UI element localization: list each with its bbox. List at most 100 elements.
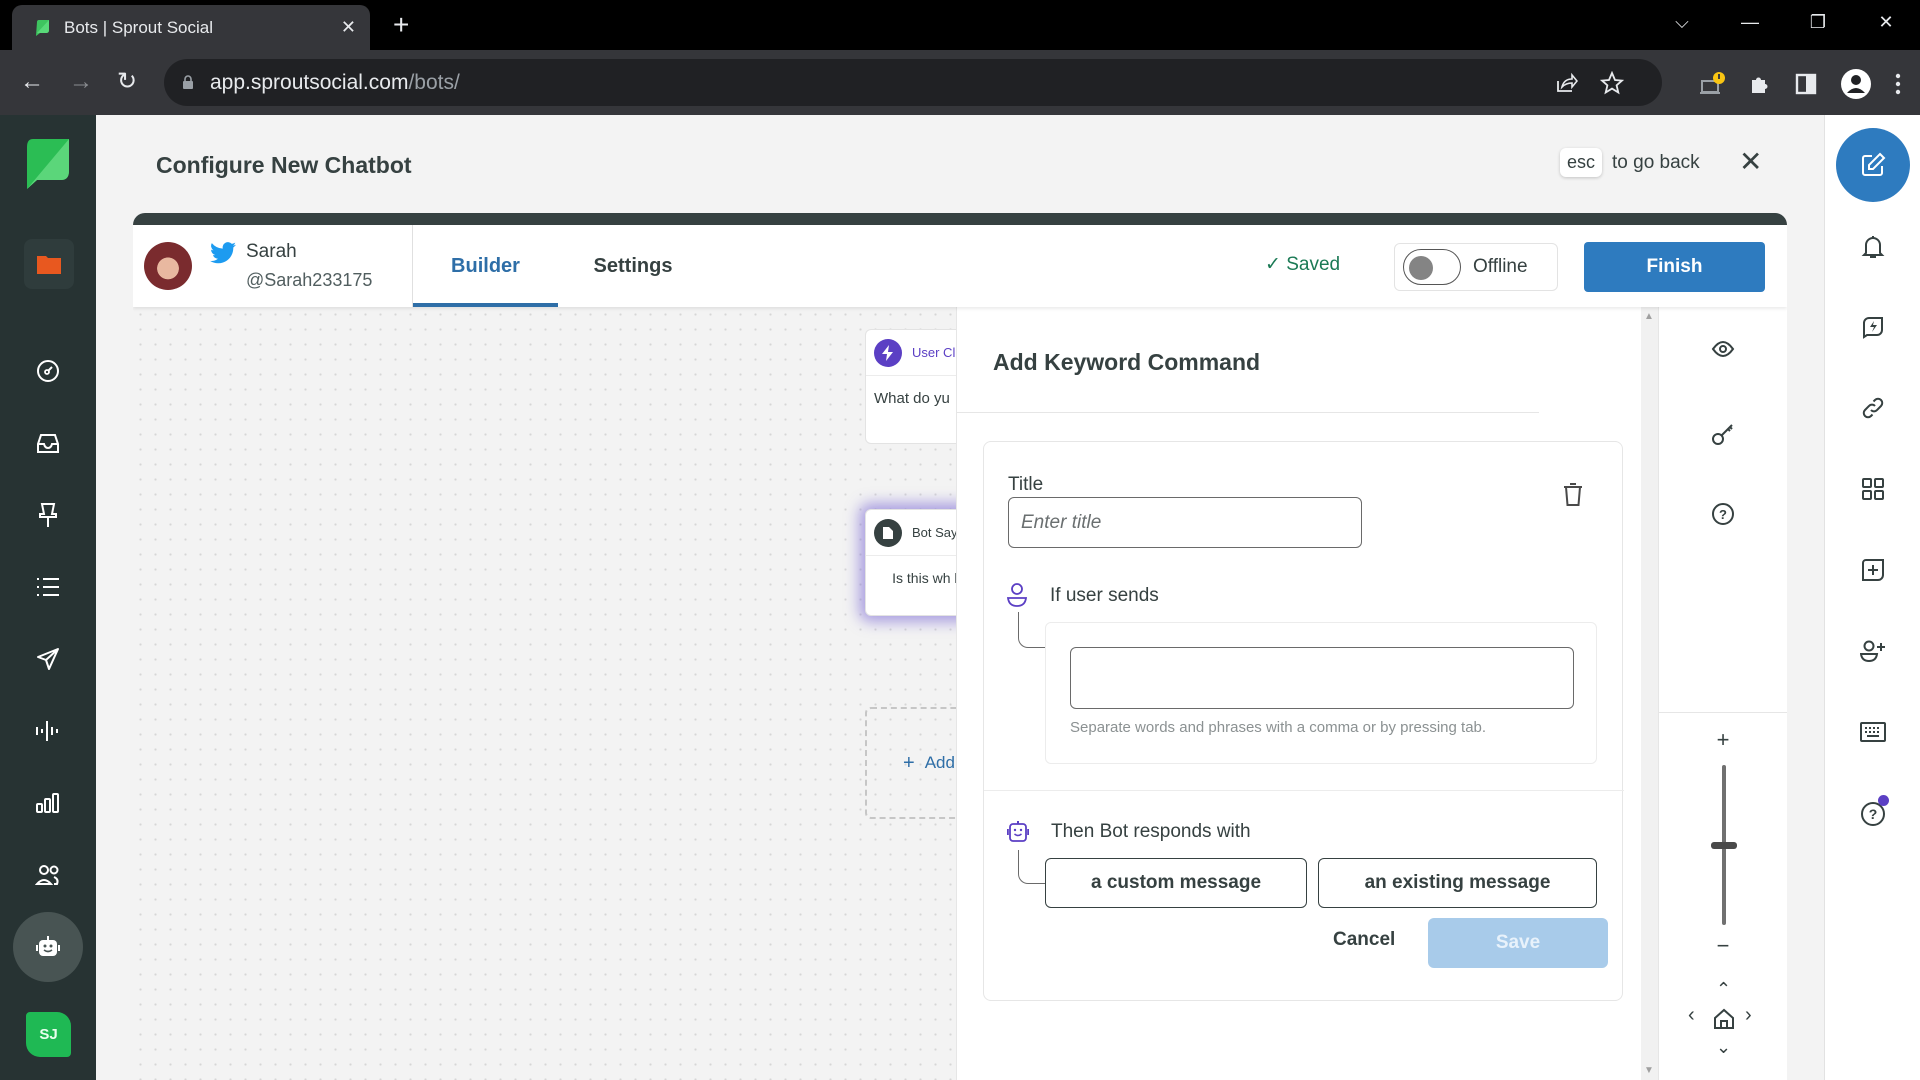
online-status-toggle[interactable]: Offline: [1394, 243, 1558, 291]
pan-up-icon[interactable]: ⌃: [1716, 979, 1731, 1000]
restore-icon[interactable]: ❐: [1784, 12, 1852, 33]
nav-people[interactable]: [0, 851, 96, 899]
flow-node-bot-says[interactable]: Bot Say Is this wh lookir: [865, 509, 956, 616]
key-icon: [1712, 424, 1733, 445]
tab-settings[interactable]: Settings: [558, 225, 708, 307]
extension-alert-icon[interactable]: [1700, 71, 1726, 97]
add-user-icon: [1860, 640, 1885, 663]
add-node-button[interactable]: + Add: [865, 707, 956, 819]
keyboard-icon: [1860, 722, 1886, 742]
nav-tasks[interactable]: [0, 563, 96, 611]
listening-icon: [36, 721, 58, 741]
custom-message-button[interactable]: a custom message: [1045, 858, 1307, 908]
quick-reply-button[interactable]: [1849, 307, 1897, 347]
flow-canvas[interactable]: User Cl What do yu Bot Say Is this wh lo…: [133, 307, 956, 1080]
notification-dot: [1878, 795, 1889, 806]
bookmark-star-icon[interactable]: [1600, 70, 1624, 95]
nav-inbox[interactable]: [0, 419, 96, 467]
extensions-puzzle-icon[interactable]: [1748, 72, 1772, 96]
panel-scrollbar[interactable]: ▲ ▼: [1641, 307, 1658, 1080]
saved-label: Saved: [1286, 254, 1341, 275]
window-close-icon[interactable]: ✕: [1852, 12, 1920, 33]
twitter-icon: [210, 242, 236, 264]
existing-message-button[interactable]: an existing message: [1318, 858, 1597, 908]
pan-right-icon[interactable]: ›: [1745, 1004, 1752, 1027]
apps-button[interactable]: [1849, 469, 1897, 509]
sprout-logo-icon[interactable]: [25, 137, 71, 191]
reload-icon[interactable]: ↻: [117, 68, 137, 96]
send-icon: [37, 648, 59, 670]
add-task-icon: [1862, 559, 1884, 581]
divider: [1659, 712, 1787, 713]
finish-button[interactable]: Finish: [1584, 242, 1765, 292]
toggle-switch[interactable]: [1403, 249, 1461, 285]
cancel-button[interactable]: Cancel: [1333, 929, 1395, 951]
flow-node-user-choice[interactable]: User Cl What do yu: [865, 329, 956, 444]
pan-down-icon[interactable]: ⌄: [1716, 1037, 1731, 1058]
tab-close-icon[interactable]: ✕: [341, 17, 356, 38]
page-title: Configure New Chatbot: [156, 152, 412, 178]
scroll-up-icon[interactable]: ▲: [1644, 311, 1654, 322]
svg-text:?: ?: [1719, 507, 1727, 522]
new-tab-button[interactable]: +: [393, 11, 409, 39]
browser-menu-icon[interactable]: [1894, 72, 1902, 96]
home-icon[interactable]: [1712, 1007, 1736, 1031]
minimize-icon[interactable]: —: [1716, 12, 1784, 33]
preview-button[interactable]: [1703, 329, 1743, 369]
tab-search-icon[interactable]: ⌵: [1648, 12, 1716, 33]
check-icon: ✓: [1265, 254, 1281, 275]
nav-send[interactable]: [0, 635, 96, 683]
address-bar[interactable]: app.sproutsocial.com/bots/: [164, 59, 1662, 106]
nav-reports[interactable]: [0, 779, 96, 827]
esc-key-badge: esc: [1560, 148, 1603, 177]
scroll-down-icon[interactable]: ▼: [1644, 1065, 1654, 1076]
zoom-out-button[interactable]: −: [1713, 933, 1733, 959]
browser-toolbar: ← → ↻ app.sproutsocial.com/bots/: [0, 50, 1920, 115]
browser-tab[interactable]: Bots | Sprout Social ✕: [12, 5, 370, 50]
close-icon[interactable]: ✕: [1739, 148, 1762, 176]
keywords-button[interactable]: [1703, 414, 1743, 454]
notifications-button[interactable]: [1849, 227, 1897, 267]
toggle-knob: [1409, 256, 1433, 280]
zoom-in-button[interactable]: +: [1713, 727, 1733, 753]
share-icon[interactable]: [1554, 71, 1578, 95]
zoom-slider-thumb[interactable]: [1711, 842, 1737, 849]
compose-button[interactable]: [1836, 128, 1910, 202]
back-icon[interactable]: ←: [20, 68, 44, 96]
bot-builder: Sarah @Sarah233175 Builder Settings ✓ Sa…: [133, 213, 1787, 1080]
plus-icon: +: [903, 751, 915, 774]
add-task-button[interactable]: [1849, 550, 1897, 590]
nav-dashboard[interactable]: [0, 347, 96, 395]
pan-left-icon[interactable]: ‹: [1688, 1004, 1695, 1027]
keywords-input[interactable]: [1070, 647, 1574, 709]
user-avatar[interactable]: SJ: [26, 1012, 71, 1057]
nav-publishing[interactable]: [0, 491, 96, 539]
panel-title: Add Keyword Command: [993, 349, 1261, 375]
nav-bots[interactable]: [13, 912, 83, 982]
user-icon: [1006, 583, 1028, 607]
browser-titlebar: Bots | Sprout Social ✕ + ⌵ — ❐ ✕: [0, 0, 1920, 50]
node-title: User Cl: [912, 345, 956, 360]
canvas-tools: ? + − ⌃ ‹ › ⌄: [1658, 307, 1787, 1080]
title-label: Title: [1008, 474, 1044, 495]
divider: [984, 790, 1624, 791]
divider: [957, 412, 1539, 413]
title-input[interactable]: [1008, 497, 1362, 548]
add-user-button[interactable]: [1849, 631, 1897, 671]
save-button[interactable]: Save: [1428, 918, 1608, 968]
nav-listening[interactable]: [0, 707, 96, 755]
people-icon: [35, 865, 59, 885]
link-button[interactable]: [1849, 388, 1897, 428]
node-header: Bot Say: [866, 510, 956, 556]
delete-trash-icon[interactable]: [1562, 482, 1584, 508]
node-body: What do yu: [874, 390, 950, 407]
help-center-button[interactable]: ?: [1849, 793, 1897, 833]
forward-icon[interactable]: →: [69, 68, 93, 96]
nav-folder[interactable]: [24, 239, 74, 289]
folder-icon: [37, 256, 61, 274]
help-button[interactable]: ?: [1703, 494, 1743, 534]
keyboard-shortcuts-button[interactable]: [1849, 712, 1897, 752]
profile-avatar-icon[interactable]: [1840, 68, 1872, 100]
tab-builder[interactable]: Builder: [413, 225, 558, 307]
side-panel-icon[interactable]: [1794, 72, 1818, 96]
